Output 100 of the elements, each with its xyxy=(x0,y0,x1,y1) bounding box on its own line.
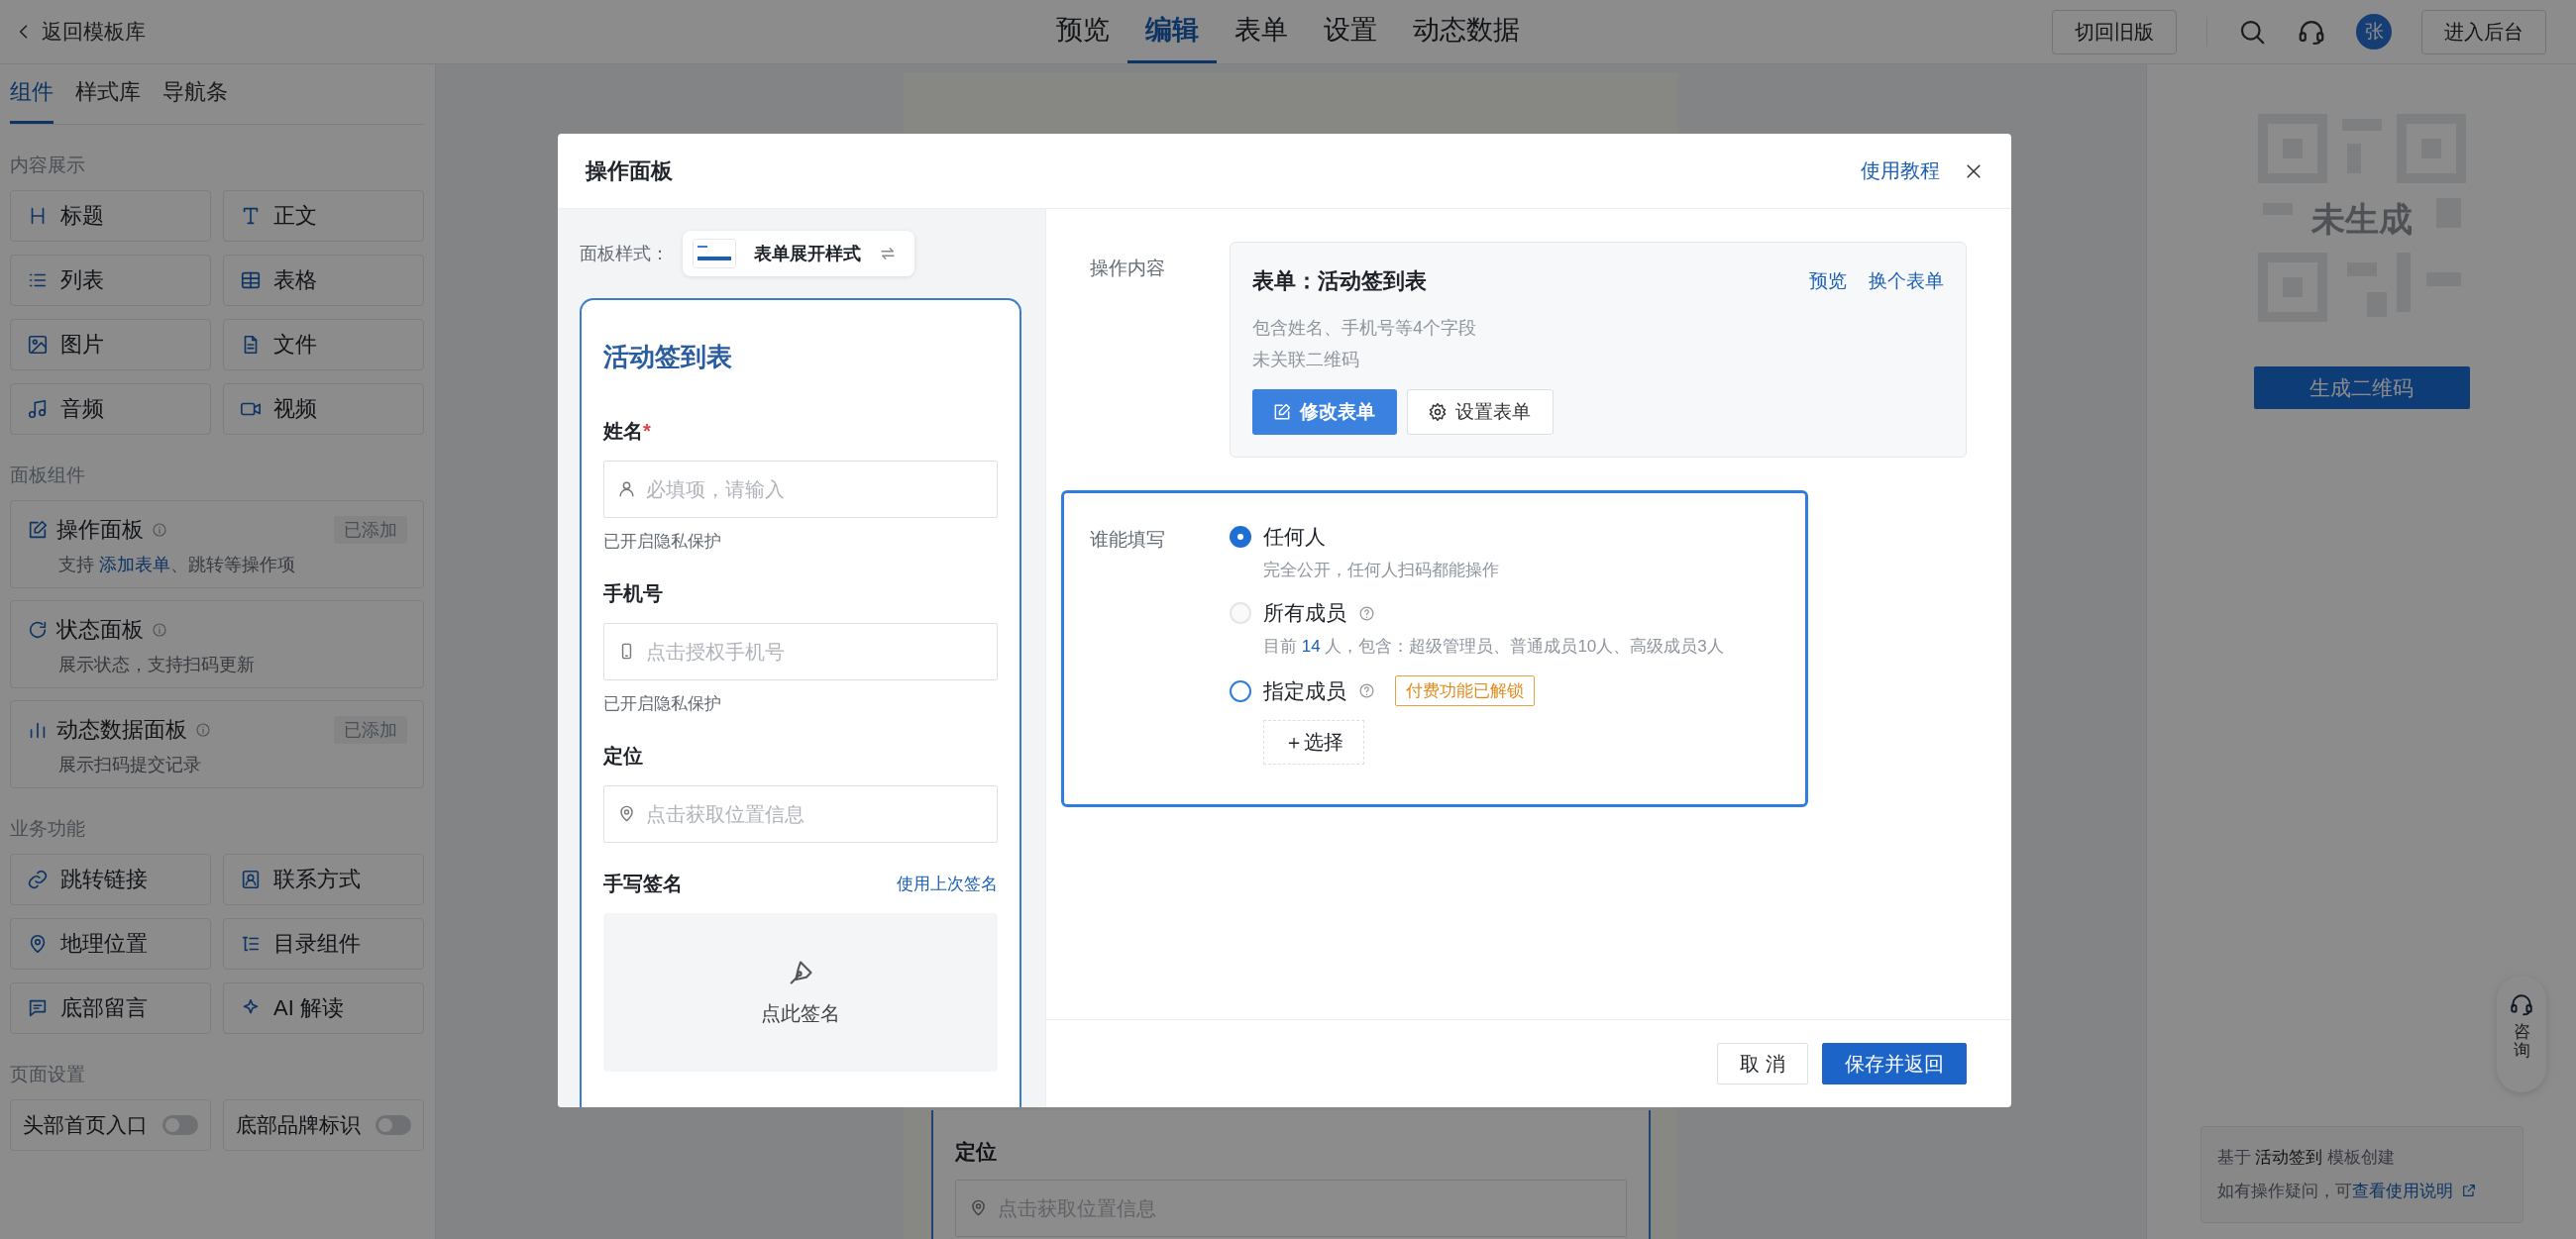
image-icon xyxy=(27,334,49,356)
form-detail-text: 未关联二维码 xyxy=(1252,349,1360,371)
option-description: 完全公开，任何人扫码都能操作 xyxy=(1263,560,1500,581)
component-card[interactable]: 动态数据面板 已添加 展示扫码提交记录 xyxy=(10,700,424,788)
setting-label: 底部品牌标识 xyxy=(236,1112,361,1138)
section-title: 页面设置 xyxy=(10,1063,86,1086)
signature-pad[interactable]: 点此签名 xyxy=(603,913,998,1072)
change-form-link[interactable]: 换个表单 xyxy=(1869,268,1944,294)
radio-button[interactable] xyxy=(1230,526,1251,548)
link-icon xyxy=(27,869,49,890)
field-label: 手机号 xyxy=(603,581,663,606)
help-text: 如有操作疑问，可查看使用说明 xyxy=(2216,1175,2507,1208)
consult-button[interactable]: 咨询 xyxy=(2497,976,2546,1092)
component-button[interactable]: 底部留言 xyxy=(10,982,211,1034)
option-description: 目前 14 人，包含：超级管理员、普通成员10人、高级成员3人 xyxy=(1263,636,1724,658)
refresh-icon xyxy=(27,619,49,641)
component-button[interactable]: 音频 xyxy=(10,383,211,435)
field-label: 定位 xyxy=(955,1139,998,1165)
user-avatar[interactable]: 张 xyxy=(2356,14,2392,50)
dialog-title: 操作面板 xyxy=(586,156,673,185)
sidebar-tab[interactable]: 组件 xyxy=(10,77,54,124)
card-title: 动态数据面板 xyxy=(56,716,187,744)
component-button[interactable]: AI 解读 xyxy=(223,982,424,1034)
row-label: 谁能填写 xyxy=(1090,528,1166,552)
nav-tab[interactable]: 预览 xyxy=(1038,0,1127,63)
option-label[interactable]: 指定成员 xyxy=(1263,676,1346,705)
form-detail-text: 包含姓名、手机号等4个字段 xyxy=(1252,317,1477,340)
back-link[interactable]: 返回模板库 xyxy=(14,18,146,46)
field-label: 定位 xyxy=(603,744,643,769)
card-description: 支持 添加表单、跳转等操作项 xyxy=(58,554,296,576)
section-title: 业务功能 xyxy=(10,817,86,841)
input-field[interactable]: 必填项，请输入 xyxy=(603,461,998,518)
component-button[interactable]: 表格 xyxy=(223,255,424,306)
location-pin-icon xyxy=(969,1198,988,1217)
component-button[interactable]: 视频 xyxy=(223,383,424,435)
nav-tab[interactable]: 设置 xyxy=(1306,0,1395,63)
edit-form-button[interactable]: 修改表单 xyxy=(1252,389,1397,435)
select-members-button[interactable]: ＋选择 xyxy=(1263,720,1364,765)
edit-icon xyxy=(1272,402,1292,422)
style-name: 表单展开样式 xyxy=(754,243,861,265)
option-label[interactable]: 任何人 xyxy=(1263,523,1326,551)
form-name: 表单：活动签到表 xyxy=(1252,267,1427,295)
component-card[interactable]: 操作面板 已添加 支持 添加表单、跳转等操作项 xyxy=(10,500,424,588)
usage-guide-link[interactable]: 查看使用说明 xyxy=(2351,1182,2453,1200)
external-link-icon xyxy=(2460,1183,2477,1198)
sidebar-tab[interactable]: 导航条 xyxy=(162,77,228,124)
card-title: 状态面板 xyxy=(56,616,144,644)
save-and-return-button[interactable]: 保存并返回 xyxy=(1822,1043,1967,1084)
field-label: 姓名* xyxy=(603,419,651,444)
input-field[interactable]: 点击获取位置信息 xyxy=(603,785,998,843)
component-button[interactable]: 标题 xyxy=(10,190,211,242)
input-field[interactable]: 点击授权手机号 xyxy=(603,623,998,680)
nav-tab[interactable]: 表单 xyxy=(1217,0,1306,63)
panel-style-button[interactable]: 表单展开样式 xyxy=(683,231,914,276)
form-layout-icon xyxy=(693,239,736,268)
component-button[interactable]: 联系方式 xyxy=(223,854,424,905)
user-icon xyxy=(617,479,636,498)
admin-button[interactable]: 进入后台 xyxy=(2421,9,2546,54)
component-button[interactable]: 图片 xyxy=(10,319,211,370)
old-version-button[interactable]: 切回旧版 xyxy=(2052,9,2177,54)
comment-icon xyxy=(27,997,49,1019)
info-icon xyxy=(195,722,211,738)
gear-icon xyxy=(1428,402,1448,422)
component-button[interactable]: 目录组件 xyxy=(223,918,424,970)
contact-card-icon xyxy=(240,869,262,890)
preview-link[interactable]: 预览 xyxy=(1809,268,1847,294)
use-last-signature-link[interactable]: 使用上次签名 xyxy=(897,873,998,895)
component-button[interactable]: 正文 xyxy=(223,190,424,242)
component-button[interactable]: 文件 xyxy=(223,319,424,370)
paid-feature-tag: 付费功能已解锁 xyxy=(1395,675,1535,706)
radio-button[interactable] xyxy=(1230,679,1251,702)
component-button[interactable]: 跳转链接 xyxy=(10,854,211,905)
edit-icon xyxy=(27,519,49,541)
component-card[interactable]: 状态面板 展示状态，支持扫码更新 xyxy=(10,600,424,688)
generate-qr-button[interactable]: 生成二维码 xyxy=(2253,366,2470,409)
section-title: 面板组件 xyxy=(10,464,86,487)
cancel-button[interactable]: 取 消 xyxy=(1717,1043,1808,1084)
field-label: 手写签名 xyxy=(603,872,683,896)
consult-label: 咨询 xyxy=(2513,1023,2530,1061)
toggle-switch[interactable] xyxy=(162,1115,198,1135)
form-title: 活动签到表 xyxy=(603,341,733,373)
toggle-switch[interactable] xyxy=(376,1115,411,1135)
component-button[interactable]: 地理位置 xyxy=(10,918,211,970)
tutorial-link[interactable]: 使用教程 xyxy=(1861,157,1940,184)
component-button[interactable]: 列表 xyxy=(10,255,211,306)
sidebar-tab[interactable]: 样式库 xyxy=(75,77,141,124)
table-icon xyxy=(240,269,262,291)
swap-icon xyxy=(879,245,897,262)
privacy-note: 已开启隐私保护 xyxy=(603,693,722,715)
privacy-note: 已开启隐私保护 xyxy=(603,531,722,553)
info-icon xyxy=(152,522,167,538)
add-form-link[interactable]: 添加表单 xyxy=(99,555,170,574)
nav-tab[interactable]: 动态数据 xyxy=(1395,0,1538,63)
card-description: 展示状态，支持扫码更新 xyxy=(58,654,256,676)
form-settings-button[interactable]: 设置表单 xyxy=(1407,389,1554,435)
card-title: 操作面板 xyxy=(56,516,144,544)
style-label: 面板样式： xyxy=(580,243,669,265)
card-description: 展示扫码提交记录 xyxy=(58,754,202,776)
added-badge: 已添加 xyxy=(334,716,407,744)
setting-label: 头部首页入口 xyxy=(23,1112,148,1138)
